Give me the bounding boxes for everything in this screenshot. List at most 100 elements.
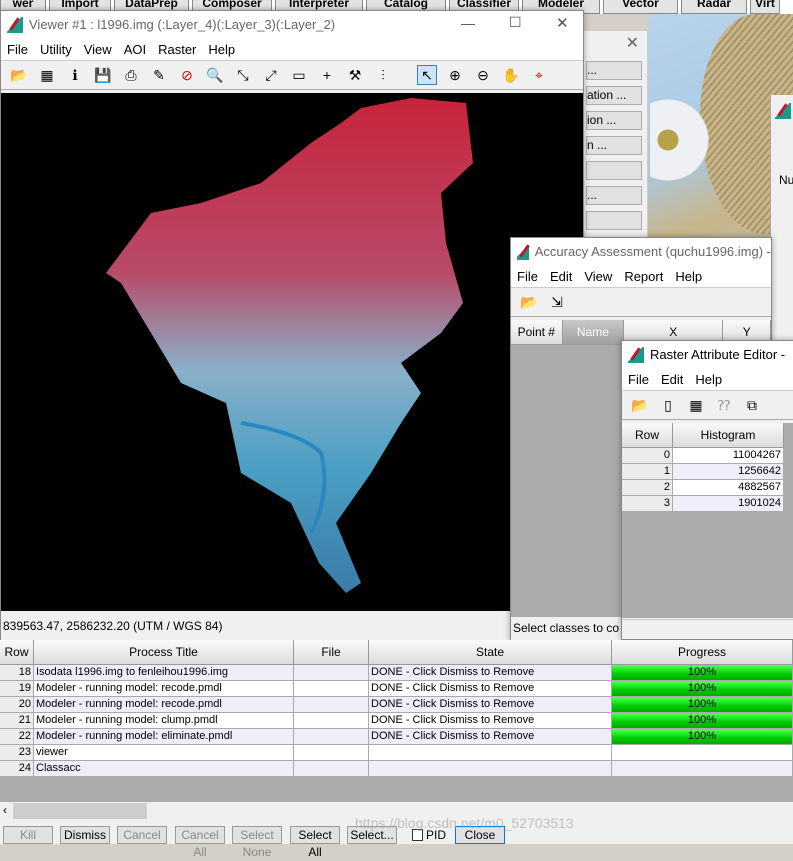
toolbar-radar[interactable]: Radar (681, 0, 747, 14)
background-dialog-button[interactable] (586, 211, 642, 230)
pan-hand-icon[interactable]: ✋ (501, 65, 521, 85)
process-file (294, 761, 369, 777)
process-row[interactable]: 18 Isodata l1996.img to fenleihou1996.img… (0, 665, 793, 681)
inquire-cursor-icon[interactable]: ⌖ (529, 65, 549, 85)
process-row[interactable]: 24 Classacc (0, 761, 793, 777)
open-icon[interactable]: 📂 (630, 395, 650, 415)
process-progress: 100% (612, 697, 793, 713)
close-icon[interactable]: ✕ (556, 14, 569, 32)
process-row[interactable]: 23 viewer (0, 745, 793, 761)
menu-edit[interactable]: Edit (550, 269, 572, 284)
select-arrow-icon[interactable]: ↖ (417, 65, 437, 85)
menu-edit[interactable]: Edit (661, 372, 683, 387)
background-dialog-button[interactable] (586, 161, 642, 180)
column-progress[interactable]: Progress (612, 640, 793, 665)
minimize-icon[interactable]: — (461, 15, 475, 31)
kill-button[interactable]: Kill (3, 826, 53, 844)
zoom-in-icon[interactable]: ⊕ (445, 65, 465, 85)
menu-file[interactable]: File (7, 42, 28, 57)
histogram-value[interactable]: 1901024 (673, 496, 784, 512)
background-dialog-button[interactable]: ation ... (586, 86, 642, 105)
save-icon[interactable]: 💾 (93, 65, 113, 85)
rae-row[interactable]: 0 11004267 (622, 448, 793, 464)
save-icon[interactable]: ▦ (686, 395, 706, 415)
select-all-button[interactable]: Select All (290, 826, 340, 859)
column-name[interactable]: Name (562, 320, 625, 345)
menu-report[interactable]: Report (624, 269, 663, 284)
zoom-out-icon[interactable]: ⊖ (473, 65, 493, 85)
background-dialog-button[interactable]: ... (586, 186, 642, 205)
desktop-background-flower (650, 60, 710, 220)
zoom-in-2x-icon[interactable]: ⤡ (233, 65, 253, 85)
process-row[interactable]: 20 Modeler - running model: recode.pmdl DO… (0, 697, 793, 713)
menu-help[interactable]: Help (675, 269, 702, 284)
menu-file[interactable]: File (517, 269, 538, 284)
menu-help[interactable]: Help (695, 372, 722, 387)
select-none-button[interactable]: Select None (232, 826, 282, 859)
cancel-button[interactable]: Cancel (117, 826, 167, 844)
close-icon[interactable]: ✕ (626, 33, 639, 53)
column-process-title[interactable]: Process Title (34, 640, 294, 665)
rae-menu-bar: File Edit Help (622, 368, 793, 390)
histogram-value[interactable]: 1256642 (673, 464, 784, 480)
menu-file[interactable]: File (628, 372, 649, 387)
cancel-all-button[interactable]: Cancel All (175, 826, 225, 859)
process-state (369, 745, 612, 761)
column-row[interactable]: Row (0, 640, 34, 665)
rae-row[interactable]: 2 4882567 (622, 480, 793, 496)
process-row[interactable]: 22 Modeler - running model: eliminate.pmd… (0, 729, 793, 745)
open-layer-icon[interactable]: ▦ (37, 65, 57, 85)
open-folder-icon[interactable]: 📂 (519, 292, 539, 312)
toolbar-virt[interactable]: Virt (750, 0, 780, 14)
print-icon[interactable]: ⎙ (121, 65, 141, 85)
process-row[interactable]: 21 Modeler - running model: clump.pmdl DON… (0, 713, 793, 729)
viewer-title-bar[interactable]: Viewer #1 : l1996.img (:Layer_4)(:Layer_… (1, 11, 583, 38)
menu-raster[interactable]: Raster (158, 42, 196, 57)
process-file (294, 745, 369, 761)
rae-row[interactable]: 1 1256642 (622, 464, 793, 480)
rae-title-bar[interactable]: Raster Attribute Editor - (622, 341, 793, 368)
measure-icon[interactable]: ▭ (289, 65, 309, 85)
select-viewer-icon[interactable]: ⇲ (547, 292, 567, 312)
column-file[interactable]: File (294, 640, 369, 665)
zoom-out-2x-icon[interactable]: ⤢ (261, 65, 281, 85)
column-histogram[interactable]: Histogram (673, 423, 784, 448)
rae-row[interactable]: 3 1901024 (622, 496, 793, 512)
menu-utility[interactable]: Utility (40, 42, 72, 57)
image-canvas[interactable] (1, 93, 583, 611)
background-dialog-button[interactable]: n ... (586, 136, 642, 155)
study-area (106, 98, 473, 593)
histogram-value[interactable]: 4882567 (673, 480, 784, 496)
maximize-icon[interactable]: ☐ (509, 14, 522, 31)
accuracy-title-bar[interactable]: Accuracy Assessment (quchu1996.img) - (511, 238, 771, 265)
histogram-value[interactable]: 11004267 (673, 448, 784, 464)
menu-aoi[interactable]: AOI (124, 42, 146, 57)
viewer-menu-bar: File Utility View AOI Raster Help (1, 38, 583, 60)
menu-view[interactable]: View (584, 269, 612, 284)
crosshair-icon[interactable]: + (317, 65, 337, 85)
hammer-icon[interactable]: ⚒ (345, 65, 365, 85)
new-icon[interactable]: ▯ (658, 395, 678, 415)
scrollbar-thumb[interactable] (13, 803, 147, 819)
info-icon[interactable]: ℹ (65, 65, 85, 85)
column-point[interactable]: Point # (511, 320, 563, 345)
process-file (294, 665, 369, 681)
menu-view[interactable]: View (84, 42, 112, 57)
clear-icon[interactable]: ⊘ (177, 65, 197, 85)
menu-help[interactable]: Help (208, 42, 235, 57)
process-row[interactable]: 19 Modeler - running model: recode.pmdl DO… (0, 681, 793, 697)
background-dialog-button[interactable]: ion ... (586, 111, 642, 130)
open-icon[interactable]: 📂 (9, 65, 29, 85)
process-state: DONE - Click Dismiss to Remove (369, 729, 612, 745)
copy-icon[interactable]: ⧉ (742, 395, 762, 415)
background-dialog-button[interactable]: ... (586, 61, 642, 80)
dismiss-button[interactable]: Dismiss (60, 826, 110, 844)
scroll-left-icon[interactable]: ‹ (3, 803, 7, 817)
column-row[interactable]: Row (622, 423, 673, 448)
process-table-header: Row Process Title File State Progress (0, 640, 793, 665)
inquire-icon[interactable]: 🔍 (205, 65, 225, 85)
eraser-icon[interactable]: ✎ (149, 65, 169, 85)
profile-icon[interactable]: ⫶ (373, 65, 393, 85)
column-state[interactable]: State (369, 640, 612, 665)
toolbar-vector[interactable]: Vector (603, 0, 678, 14)
